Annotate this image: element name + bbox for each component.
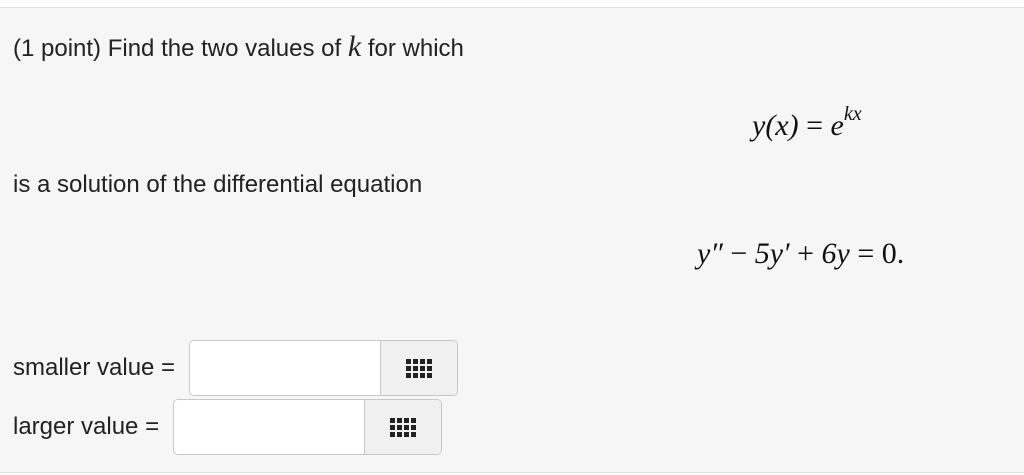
de-equals: = [857,237,875,270]
differential-equation: y″ − 5y′ + 6y = 0. [697,236,904,272]
smaller-value-input[interactable] [190,341,381,395]
equation-exponential: y(x) = ekx [752,100,862,144]
de-op-plus: + [797,237,815,270]
larger-value-label: larger value = [13,413,160,440]
smaller-value-group [189,340,459,396]
equation-equals: = [806,109,824,142]
grid-icon [390,417,417,437]
smaller-value-label: smaller value = [13,354,176,381]
equation-lhs: y(x) [752,109,799,142]
de-rhs: 0. [881,237,905,270]
answer-row-larger: larger value = [13,399,443,455]
de-term-second-derivative: y″ [697,237,723,270]
variable-k: k [347,30,362,63]
larger-value-input[interactable] [174,400,365,454]
problem-intro: (1 point) Find the two values of k for w… [13,32,464,64]
intro-text-end: for which [367,35,464,62]
intro-text-start: (1 point) Find the two values of [13,35,342,62]
problem-middle-text: is a solution of the differential equati… [13,171,423,198]
larger-value-group [173,399,443,455]
de-term-function: 6y [821,237,850,270]
smaller-value-palette-button[interactable] [380,341,458,395]
de-op-minus: − [730,237,748,270]
problem-container: (1 point) Find the two values of k for w… [0,7,1024,473]
de-term-first-derivative: 5y′ [754,237,790,270]
equation-exponent: kx [843,103,862,125]
larger-value-palette-button[interactable] [364,400,442,454]
grid-icon [406,358,433,378]
answer-row-smaller: smaller value = [13,340,459,396]
equation-base: e [830,109,844,142]
